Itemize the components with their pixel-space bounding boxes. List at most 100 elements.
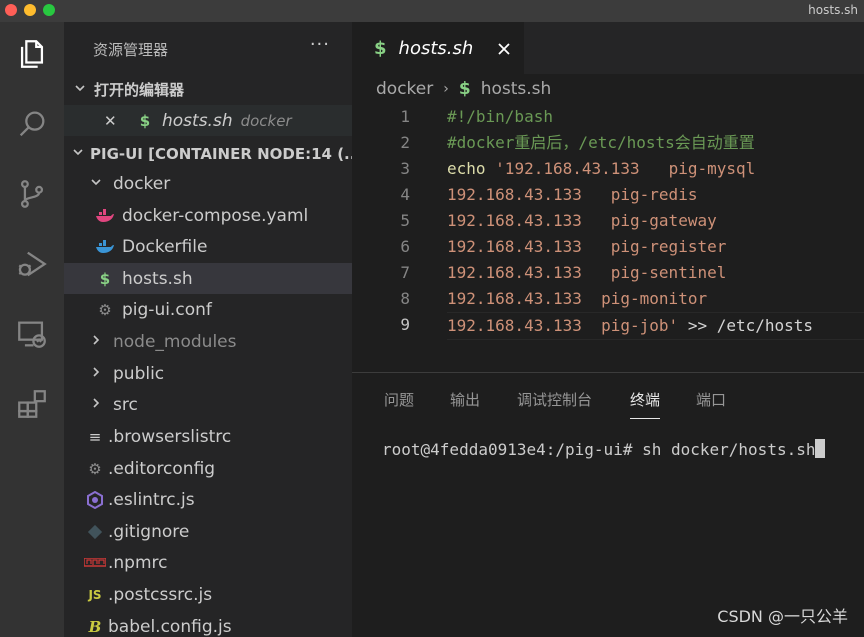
code-line[interactable]: 9 192.168.43.133 pig-job' >> /etc/hosts — [352, 312, 864, 340]
code-token: 192.168.43.133 pig-redis — [447, 185, 698, 204]
tab-ports[interactable]: 端口 — [696, 389, 726, 418]
code-line[interactable]: 6 192.168.43.133 pig-register — [352, 234, 864, 260]
tree-item-dockerfile[interactable]: Dockerfile — [64, 231, 352, 262]
activity-bar — [0, 22, 64, 637]
tree-item-babel-config[interactable]: B babel.config.js — [64, 611, 352, 637]
workspace-section[interactable]: PIG-UI [CONTAINER NODE:14 (... — [64, 138, 352, 169]
code-token: 192.168.43.133 pig-sentinel — [447, 263, 727, 282]
tree-item-postcssrc[interactable]: JS .postcssrc.js — [64, 579, 352, 610]
docker-compose-icon — [94, 208, 116, 223]
code-line[interactable]: 3 echo '192.168.43.133 pig-mysql — [352, 156, 864, 182]
code-line[interactable]: 1 #!/bin/bash — [352, 104, 864, 130]
tree-item-label: .browserslistrc — [108, 426, 232, 447]
tree-item-docker-compose[interactable]: docker-compose.yaml — [64, 200, 352, 231]
babel-icon: B — [88, 617, 102, 636]
tab-label: hosts.sh — [398, 37, 474, 59]
window-title: hosts.sh — [808, 3, 858, 17]
code-token: 192.168.43.133 pig-gateway — [447, 211, 717, 230]
code-token: 192.168.43.133 pig-monitor — [447, 289, 708, 308]
tab-problems[interactable]: 问题 — [384, 389, 414, 418]
code-token: echo — [447, 159, 496, 178]
js-icon: JS — [88, 587, 102, 602]
close-window-button[interactable] — [5, 4, 17, 16]
open-editors-section[interactable]: 打开的编辑器 — [64, 74, 352, 105]
tree-item-eslintrc[interactable]: .eslintrc.js — [64, 484, 352, 515]
npm-icon — [84, 557, 106, 568]
line-number: 2 — [400, 133, 410, 152]
line-content: echo '192.168.43.133 pig-mysql — [447, 156, 864, 182]
minimize-window-button[interactable] — [24, 4, 36, 16]
open-editor-item[interactable]: ✕ $ hosts.sh docker — [64, 105, 352, 136]
line-content: 192.168.43.133 pig-redis — [447, 182, 864, 208]
run-debug-icon[interactable] — [12, 244, 52, 284]
code-token: #docker重启后，/etc/hosts会自动重置 — [447, 133, 755, 152]
code-token: #!/bin/bash — [447, 107, 553, 126]
tree-item-docker[interactable]: docker — [64, 168, 352, 199]
tree-item-label: src — [113, 394, 138, 415]
remote-explorer-icon[interactable] — [12, 314, 52, 354]
code-line[interactable]: 4 192.168.43.133 pig-redis — [352, 182, 864, 208]
close-icon[interactable]: ✕ — [104, 112, 120, 130]
code-token: >> /etc/hosts — [678, 316, 814, 335]
code-line[interactable]: 2 #docker重启后，/etc/hosts会自动重置 — [352, 130, 864, 156]
chevron-down-icon — [72, 82, 88, 98]
watermark: CSDN @一只公羊 — [717, 607, 848, 626]
tree-item-public[interactable]: public — [64, 358, 352, 389]
line-content: 192.168.43.133 pig-job' >> /etc/hosts — [447, 312, 864, 340]
chevron-right-icon: › — [443, 81, 449, 97]
chevron-down-icon — [72, 146, 84, 162]
explorer-title: 资源管理器 — [93, 41, 169, 59]
code-token: '192.168.43.133 pig-mysql — [495, 159, 756, 178]
tree-item-label: docker — [113, 173, 171, 194]
code-line[interactable]: 8 192.168.43.133 pig-monitor — [352, 286, 864, 312]
close-icon[interactable] — [497, 41, 511, 55]
code-line[interactable]: 5 192.168.43.133 pig-gateway — [352, 208, 864, 234]
open-editor-folder: docker — [240, 111, 292, 130]
workspace-label: PIG-UI [CONTAINER NODE:14 (... — [90, 144, 352, 163]
code-token: 192.168.43.133 pig-register — [447, 237, 727, 256]
tab-output[interactable]: 输出 — [450, 389, 480, 418]
explorer-sidebar: 资源管理器 ··· 打开的编辑器 ✕ $ hosts.sh docker PIG… — [64, 22, 352, 637]
tree-item-label: .npmrc — [108, 552, 168, 573]
eslint-icon — [84, 490, 106, 509]
tab-terminal[interactable]: 终端 — [630, 389, 661, 419]
tree-item-editorconfig[interactable]: ⚙ .editorconfig — [64, 453, 352, 484]
breadcrumb-file[interactable]: hosts.sh — [481, 79, 552, 99]
shell-icon: $ — [99, 269, 111, 288]
line-number: 8 — [400, 289, 410, 308]
tree-item-pig-ui-conf[interactable]: ⚙ pig-ui.conf — [64, 294, 352, 325]
tree-item-gitignore[interactable]: .gitignore — [64, 516, 352, 547]
terminal[interactable]: root@4fedda0913e4:/pig-ui# sh docker/hos… — [382, 439, 826, 459]
tab-hosts-sh[interactable]: $ hosts.sh — [352, 22, 524, 74]
chevron-right-icon — [88, 334, 104, 350]
code-editor[interactable]: 1 #!/bin/bash 2 #docker重启后，/etc/hosts会自动重置 3… — [352, 104, 864, 344]
line-number: 6 — [400, 237, 410, 256]
more-actions-icon[interactable]: ··· — [310, 34, 330, 55]
files-icon[interactable] — [12, 34, 52, 74]
tree-item-node-modules[interactable]: node_modules — [64, 326, 352, 357]
breadcrumb-folder[interactable]: docker — [376, 79, 433, 99]
open-editor-name: hosts.sh — [162, 110, 233, 131]
line-content: 192.168.43.133 pig-sentinel — [447, 260, 864, 286]
tab-debug-console[interactable]: 调试控制台 — [517, 389, 592, 418]
shell-icon: $ — [458, 79, 471, 99]
code-line[interactable]: 7 192.168.43.133 pig-sentinel — [352, 260, 864, 286]
tree-item-npmrc[interactable]: .npmrc — [64, 547, 352, 578]
tree-item-label: hosts.sh — [122, 268, 193, 289]
line-content: #docker重启后，/etc/hosts会自动重置 — [447, 130, 864, 156]
line-number: 4 — [400, 185, 410, 204]
line-content: 192.168.43.133 pig-register — [447, 234, 864, 260]
source-control-icon[interactable] — [12, 174, 52, 214]
tree-item-browserslistrc[interactable]: ≡ .browserslistrc — [64, 421, 352, 452]
zoom-window-button[interactable] — [43, 4, 55, 16]
tree-item-label: public — [113, 363, 165, 384]
tree-item-hosts-sh[interactable]: $ hosts.sh — [64, 263, 352, 294]
search-icon[interactable] — [12, 104, 52, 144]
breadcrumb: docker › $ hosts.sh — [352, 74, 864, 104]
title-bar: hosts.sh — [0, 0, 864, 22]
tree-item-label: pig-ui.conf — [122, 299, 212, 320]
extensions-icon[interactable] — [12, 384, 52, 424]
chevron-right-icon — [88, 366, 104, 382]
chevron-right-icon — [88, 397, 104, 413]
tree-item-src[interactable]: src — [64, 389, 352, 420]
